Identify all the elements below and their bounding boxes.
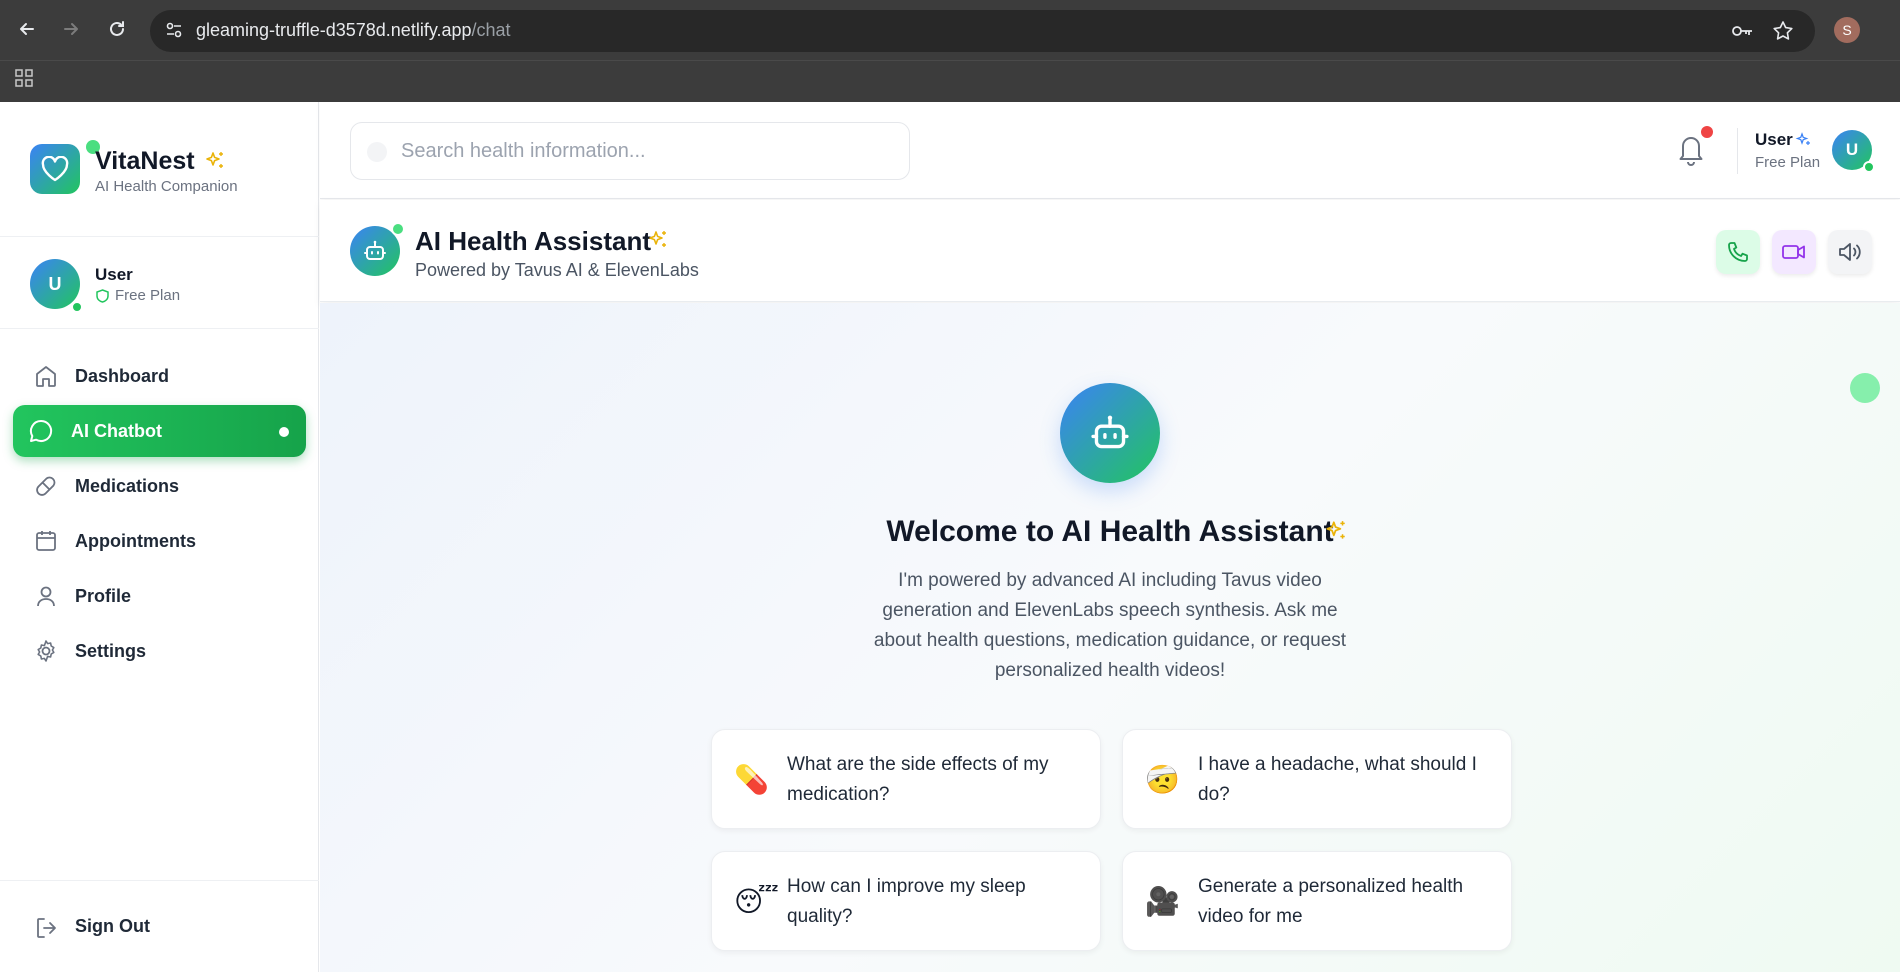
- notification-badge: [1701, 126, 1713, 138]
- header-user-plan: Free Plan: [1755, 154, 1821, 171]
- browser-toolbar: gleaming-truffle-d3578d.netlify.app/chat…: [0, 0, 1900, 60]
- sidebar: VitaNest AI Health Companion U User Free…: [0, 102, 319, 972]
- suggested-prompt-headache[interactable]: 🤕 I have a headache, what should I do?: [1122, 729, 1512, 829]
- prompt-text: What are the side effects of my medicati…: [787, 754, 1049, 805]
- video-call-button[interactable]: [1772, 230, 1816, 274]
- sleeping-emoji-icon: 😴: [734, 886, 779, 917]
- user-name: User: [95, 265, 133, 284]
- sidebar-item-medications[interactable]: Medications: [13, 460, 306, 512]
- sparkle-icon: [1795, 132, 1811, 153]
- suggested-prompt-medication[interactable]: 💊 What are the side effects of my medica…: [711, 729, 1101, 829]
- divider: [1737, 128, 1738, 174]
- url-text: gleaming-truffle-d3578d.netlify.app/chat: [196, 20, 511, 41]
- top-header: User Free Plan U: [320, 102, 1900, 199]
- headache-emoji-icon: 🤕: [1145, 764, 1180, 795]
- reload-icon[interactable]: [102, 14, 132, 44]
- suggested-prompt-video[interactable]: 🎥 Generate a personalized health video f…: [1122, 851, 1512, 951]
- welcome-title: Welcome to AI Health Assistant: [886, 515, 1334, 548]
- forward-icon[interactable]: [56, 14, 86, 44]
- chat-header: AI Health Assistant Powered by Tavus AI …: [320, 200, 1900, 302]
- active-indicator-dot: [279, 427, 289, 437]
- prompt-text: How can I improve my sleep quality?: [787, 876, 1026, 927]
- suggested-prompt-sleep[interactable]: 😴 How can I improve my sleep quality?: [711, 851, 1101, 951]
- password-key-icon[interactable]: [1730, 21, 1754, 46]
- site-info-icon[interactable]: [164, 20, 184, 45]
- prompt-text: Generate a personalized health video for…: [1198, 876, 1464, 927]
- address-bar[interactable]: gleaming-truffle-d3578d.netlify.app/chat: [150, 10, 1815, 52]
- chat-subtitle: Powered by Tavus AI & ElevenLabs: [415, 260, 699, 280]
- brand-header: VitaNest AI Health Companion: [0, 102, 319, 237]
- home-icon: [33, 363, 59, 394]
- back-icon[interactable]: [12, 14, 42, 44]
- sign-out-button[interactable]: Sign Out: [0, 880, 319, 972]
- gear-icon: [33, 638, 59, 669]
- user-icon: [33, 583, 59, 614]
- pill-emoji-icon: 💊: [734, 764, 769, 795]
- sidebar-item-settings[interactable]: Settings: [13, 625, 306, 677]
- logout-icon: [34, 915, 60, 946]
- bell-icon[interactable]: [1676, 132, 1706, 171]
- search-input[interactable]: [351, 123, 909, 179]
- movie-camera-emoji-icon: 🎥: [1145, 886, 1180, 917]
- header-user-name: User: [1755, 130, 1793, 149]
- online-indicator: [1863, 161, 1875, 173]
- sparkle-icon: [204, 150, 226, 177]
- sparkle-icon: [647, 229, 669, 256]
- sidebar-item-label: Appointments: [75, 530, 196, 551]
- url-path: /chat: [471, 20, 511, 40]
- pill-icon: [33, 473, 59, 504]
- heart-logo-icon[interactable]: [30, 144, 80, 194]
- chat-title: AI Health Assistant: [415, 226, 651, 256]
- brand-subtitle: AI Health Companion: [95, 178, 238, 195]
- shield-icon: [96, 288, 109, 303]
- apps-grid-icon[interactable]: [14, 68, 34, 93]
- search-box: [350, 122, 910, 180]
- voice-call-button[interactable]: [1716, 230, 1760, 274]
- url-host: gleaming-truffle-d3578d.netlify.app: [196, 20, 472, 40]
- chat-bubble-icon: [28, 418, 54, 449]
- sign-out-label: Sign Out: [75, 916, 150, 936]
- brand-name: VitaNest: [95, 147, 195, 175]
- sidebar-user-card[interactable]: U User Free Plan: [0, 237, 319, 329]
- user-plan: Free Plan: [96, 287, 180, 304]
- browser-profile-avatar[interactable]: S: [1834, 17, 1860, 43]
- user-plan-label: Free Plan: [115, 287, 181, 304]
- floating-status-dot: [1850, 373, 1880, 403]
- online-indicator: [71, 301, 83, 313]
- sidebar-item-label: Dashboard: [75, 365, 170, 386]
- calendar-icon: [33, 528, 59, 559]
- prompt-text: I have a headache, what should I do?: [1198, 754, 1477, 805]
- sidebar-item-ai-chatbot[interactable]: AI Chatbot: [13, 405, 306, 457]
- speaker-button[interactable]: [1828, 230, 1872, 274]
- sidebar-item-profile[interactable]: Profile: [13, 570, 306, 622]
- robot-icon: [1060, 383, 1160, 483]
- phone-icon: [1728, 242, 1748, 262]
- sparkle-icon: [1324, 519, 1348, 548]
- sidebar-item-dashboard[interactable]: Dashboard: [13, 350, 306, 402]
- intro-text: I'm powered by advanced AI including Tav…: [873, 570, 1347, 681]
- chat-main: Welcome to AI Health Assistant I'm power…: [320, 303, 1900, 972]
- sidebar-item-label: Profile: [75, 585, 132, 606]
- video-camera-icon: [1782, 245, 1805, 259]
- sidebar-item-appointments[interactable]: Appointments: [13, 515, 306, 567]
- sidebar-item-label: Settings: [75, 640, 147, 661]
- sidebar-item-label: Medications: [75, 475, 180, 496]
- online-indicator: [391, 222, 405, 236]
- speaker-icon: [1839, 243, 1861, 261]
- sidebar-item-label: AI Chatbot: [71, 420, 162, 441]
- bookmark-star-icon[interactable]: [1772, 20, 1794, 47]
- bookmarks-bar: [0, 60, 1900, 102]
